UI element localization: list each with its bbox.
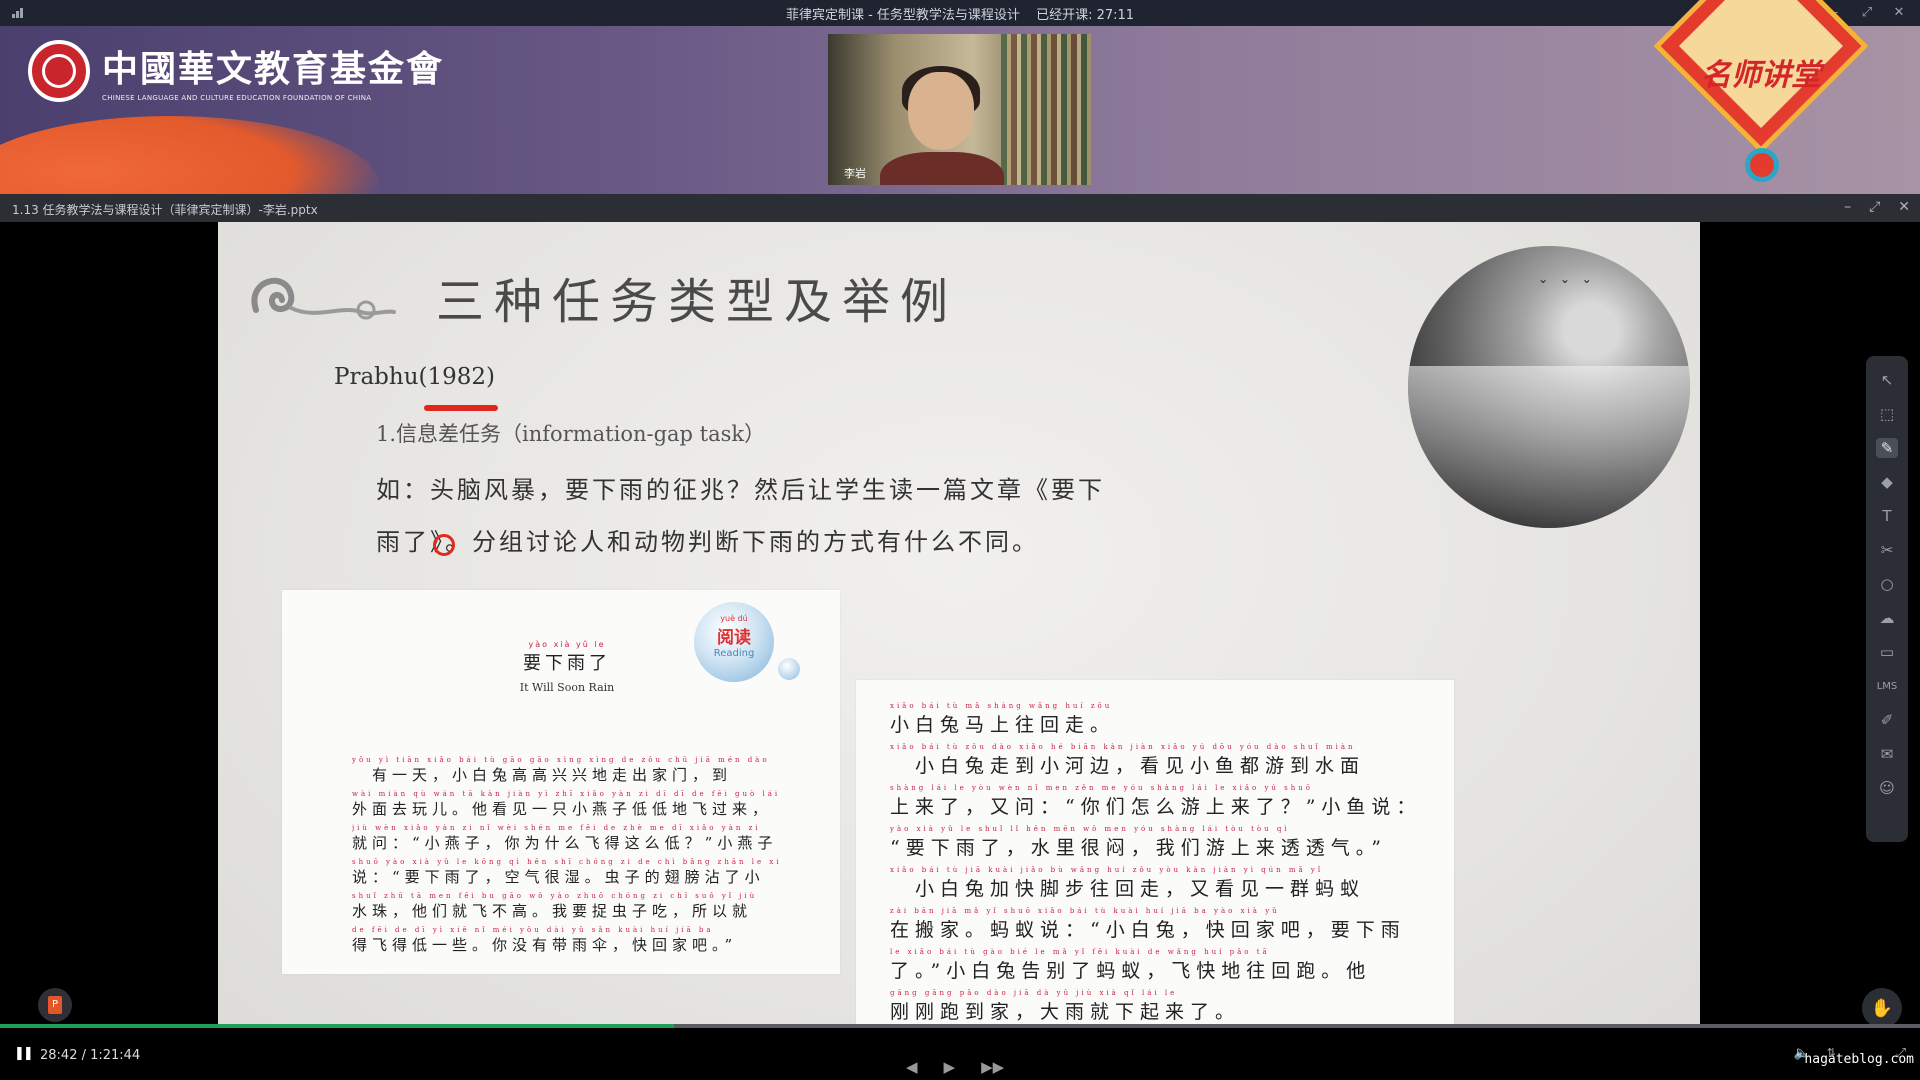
course-title-bar: 菲律宾定制课 - 任务型教学法与课程设计 已经开课: 27:11 (0, 4, 1920, 23)
story-line: shuō yào xià yǔ le kōng qì hěn shī chóng… (352, 858, 782, 886)
laser-pointer (433, 534, 455, 556)
story-text-left: yǒu yì tiān xiǎo bái tù gāo gāo xìng xìn… (352, 756, 782, 960)
hand-raise-icon[interactable]: ✋ (1862, 988, 1902, 1028)
paragraph-line: 如：头脑风暴，要下雨的征兆？然后让学生读一篇文章《要下 (376, 476, 1105, 504)
video-player-controls: ❚❚ 28:42 / 1:21:44 ◀ ▶ ▶▶ 🔈 ⇅ ⤢ (0, 1028, 1920, 1080)
story-line: xiǎo bái tù jiā kuài jiǎo bù wǎng huí zǒ… (890, 866, 1366, 900)
task-type-heading: 1.信息差任务（information-gap task） (376, 422, 766, 446)
users-icon[interactable]: ☺ (1876, 778, 1898, 798)
foundation-name-cn: 中國華文教育基金會 (102, 48, 445, 90)
story-line: yǒu yì tiān xiǎo bái tù gāo gāo xìng xìn… (352, 756, 770, 784)
cloud-ornament-icon (251, 277, 396, 320)
foundation-emblem-icon (28, 40, 90, 102)
story-line: de fēi de dī yì xiē nǐ méi yǒu dài yǔ sǎ… (352, 926, 738, 954)
citation: Prabhu(1982) (334, 364, 496, 390)
swirl-icon (1745, 148, 1779, 182)
restore-icon[interactable]: ⤢ (1858, 3, 1876, 21)
story-title-pinyin: yào xià yǔ le (528, 640, 606, 649)
close-icon[interactable]: ✕ (1898, 199, 1910, 215)
lms-button[interactable]: LMS (1876, 676, 1898, 696)
watermark: hagateblog.com (1804, 1052, 1914, 1067)
play-icon[interactable]: ▶ (944, 1058, 956, 1076)
toolbox-icon[interactable]: ▭ (1876, 642, 1898, 662)
highlighter-icon[interactable]: ◆ (1876, 472, 1898, 492)
story-title-en: It Will Soon Rain (519, 681, 615, 694)
shape-icon[interactable]: ○ (1876, 574, 1898, 594)
reading-badge-en: Reading (713, 648, 755, 659)
scissors-icon[interactable]: ✂ (1876, 540, 1898, 560)
reading-badge-cn: 阅读 (717, 628, 751, 648)
close-icon[interactable]: ✕ (1890, 3, 1908, 21)
example-paragraph: 如：头脑风暴，要下雨的征兆？然后让学生读一篇文章《要下 雨了》。分组讨论人和动物… (376, 464, 1176, 568)
minimize-icon[interactable]: – (1844, 199, 1851, 215)
story-title: yào xià yǔ le 要下雨了 It Will Soon Rain (492, 640, 642, 694)
banner-decoration (0, 116, 380, 194)
course-title: 菲律宾定制课 - 任务型教学法与课程设计 (785, 7, 1020, 23)
text-icon[interactable]: T (1876, 506, 1898, 526)
pen-icon[interactable]: ✎ (1876, 438, 1898, 458)
presenter-video[interactable]: 李岩 (828, 34, 1091, 185)
previous-slide-icon[interactable]: ◀ (906, 1058, 918, 1076)
story-text-right: xiǎo bái tù mǎ shàng wǎng huí zǒu 小白兔马上往回… (890, 702, 1442, 1030)
story-title-cn: 要下雨了 (523, 653, 611, 674)
textbook-page-right: xiǎo bái tù mǎ shàng wǎng huí zǒu 小白兔马上往回… (856, 680, 1454, 1054)
fullscreen-icon[interactable]: ⤢ (1869, 199, 1880, 215)
cloud-icon[interactable]: ☁ (1876, 608, 1898, 628)
playback-time: 28:42 / 1:21:44 (40, 1048, 141, 1063)
presenter-name: 李岩 (844, 167, 866, 180)
ink-landscape-image (1408, 246, 1690, 528)
bubble-icon (778, 658, 800, 680)
story-line: zài bān jiā mǎ yǐ shuō xiǎo bái tù kuài … (890, 907, 1406, 941)
select-icon[interactable]: ⬚ (1876, 404, 1898, 424)
story-line: wài miàn qù wán tā kàn jiàn yì zhī xiǎo … (352, 790, 781, 818)
elapsed-time: 已经开课: 27:11 (1036, 7, 1135, 23)
bookshelf-background (1001, 34, 1091, 185)
powerpoint-icon[interactable]: P (38, 988, 72, 1022)
reading-badge-pinyin: yuè dú (720, 614, 748, 623)
foundation-logo: 中國華文教育基金會 CHINESE LANGUAGE AND CULTURE E… (28, 40, 444, 102)
story-line: shuǐ zhū tā men fēi bu gāo wǒ yào zhuō c… (352, 892, 758, 920)
badge-text: 名师讲堂 (1701, 58, 1821, 93)
pause-icon[interactable]: ❚❚ (14, 1046, 34, 1061)
famous-teacher-badge: 名师讲堂 (1645, 0, 1877, 186)
chat-icon[interactable]: ✉ (1876, 744, 1898, 764)
birds-icon: ⌄ ⌄ ⌄ (1538, 272, 1596, 286)
top-bar: 菲律宾定制课 - 任务型教学法与课程设计 已经开课: 27:11 🎙 ◉ ▣ ▦… (0, 0, 1920, 26)
story-line: le xiǎo bái tù gào bié le mǎ yǐ fēi kuài… (890, 948, 1372, 982)
presenter-figure (880, 66, 1004, 185)
slide-title: 三种任务类型及举例 (436, 274, 959, 330)
annotation-underline (424, 405, 498, 411)
paragraph-line: 雨了》。分组讨论人和动物判断下雨的方式有什么不同。 (376, 528, 1039, 556)
reading-badge: yuè dú 阅读 Reading (694, 602, 774, 682)
file-name: 1.13 任务教学法与课程设计（菲律宾定制课）-李岩.pptx (12, 203, 318, 217)
next-slide-icon[interactable]: ▶▶ (981, 1058, 1004, 1076)
story-line: xiǎo bái tù mǎ shàng wǎng huí zǒu 小白兔马上往回… (890, 702, 1116, 736)
textbook-page-left: yuè dú 阅读 Reading yào xià yǔ le 要下雨了 It … (282, 590, 840, 974)
foundation-name-en: CHINESE LANGUAGE AND CULTURE EDUCATION F… (102, 94, 372, 102)
edit-icon[interactable]: ✐ (1876, 710, 1898, 730)
story-line: jiù wèn xiǎo yàn zi nǐ wèi shén me fēi d… (352, 824, 778, 852)
presentation-file-bar: 1.13 任务教学法与课程设计（菲律宾定制课）-李岩.pptx – ⤢ ✕ (0, 194, 1920, 222)
slide: 三种任务类型及举例 Prabhu(1982) 1.信息差任务（informati… (218, 222, 1700, 1054)
story-line: xiǎo bái tù zǒu dào xiǎo hé biān kàn jià… (890, 743, 1366, 777)
story-line: yào xià yǔ le shuǐ lǐ hěn mēn wǒ men yóu… (890, 825, 1387, 859)
story-line: shàng lái le yòu wèn nǐ men zěn me yóu s… (890, 784, 1422, 818)
pointer-icon[interactable]: ↖ (1876, 370, 1898, 390)
annotation-toolbar: ↖ ⬚ ✎ ◆ T ✂ ○ ☁ ▭ LMS ✐ ✉ ☺ (1866, 356, 1908, 842)
